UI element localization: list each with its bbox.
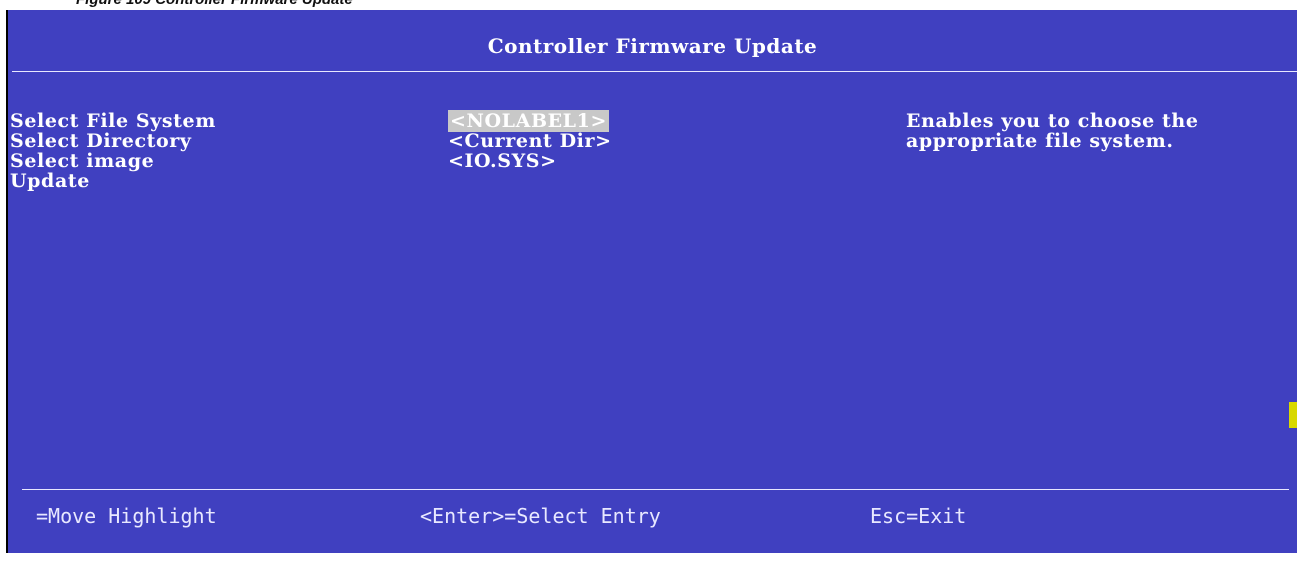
footer-divider — [22, 489, 1289, 490]
hint-move-highlight: =Move Highlight — [36, 504, 217, 528]
bios-screen: Controller Firmware Update Select File S… — [6, 10, 1297, 553]
menu-item-select-file-system[interactable]: Select File System — [10, 111, 216, 131]
screen-title: Controller Firmware Update — [487, 34, 818, 58]
option-menu: Select File System Select Directory Sele… — [10, 111, 216, 191]
hint-exit: Esc=Exit — [870, 504, 967, 528]
figure-caption: Figure 109 Controller Firmware Update — [76, 0, 353, 8]
menu-item-select-image[interactable]: Select image — [10, 151, 216, 171]
hint-select-entry: <Enter>=Select Entry — [420, 504, 661, 528]
option-values: <NOLABEL1> <Current Dir> <IO.SYS> — [448, 110, 612, 171]
key-hint-bar: =Move Highlight <Enter>=Select Entry Esc… — [8, 504, 1297, 530]
scroll-marker — [1289, 402, 1297, 428]
menu-item-update[interactable]: Update — [10, 171, 216, 191]
directory-value[interactable]: <Current Dir> — [448, 131, 612, 151]
image-value[interactable]: <IO.SYS> — [448, 151, 612, 171]
help-text: Enables you to choose the appropriate fi… — [906, 110, 1199, 152]
menu-item-select-directory[interactable]: Select Directory — [10, 131, 216, 151]
title-divider — [12, 71, 1297, 72]
file-system-value-text: <NOLABEL1> — [448, 110, 609, 132]
file-system-value[interactable]: <NOLABEL1> — [448, 110, 612, 132]
